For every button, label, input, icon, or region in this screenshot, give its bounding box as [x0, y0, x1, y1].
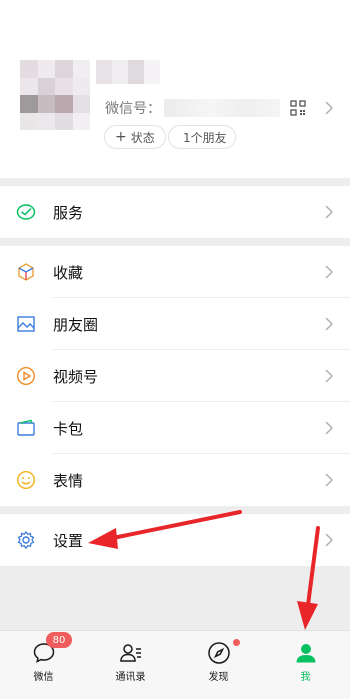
- smiley-icon: [16, 470, 36, 490]
- menu-label: 朋友圈: [53, 315, 99, 334]
- status-button[interactable]: + 状态: [104, 125, 166, 149]
- tab-discover[interactable]: 发现: [175, 631, 262, 699]
- tab-contacts[interactable]: 通讯录: [87, 631, 174, 699]
- menu-item-channels[interactable]: 视频号: [0, 350, 350, 402]
- tab-label: 我: [300, 672, 311, 683]
- chevron-right-icon: [325, 533, 334, 547]
- picture-icon: [17, 316, 35, 332]
- chevron-right-icon: [325, 473, 334, 487]
- profile-header[interactable]: 微信号： + 状态 1个朋友: [0, 0, 350, 178]
- menu-item-service[interactable]: 服务: [0, 186, 350, 238]
- menu-group-settings: 设置: [0, 514, 350, 566]
- unread-badge: 80: [46, 632, 72, 648]
- friends-label: 1个朋友: [183, 130, 227, 145]
- cube-icon: [18, 263, 34, 281]
- menu-label: 视频号: [53, 367, 99, 386]
- plus-icon: +: [115, 129, 127, 145]
- tab-label: 发现: [208, 672, 229, 683]
- tab-label: 通讯录: [115, 672, 146, 683]
- tab-me[interactable]: 我: [262, 631, 349, 699]
- card-wallet-icon: [17, 419, 35, 436]
- compass-icon: [208, 642, 230, 664]
- menu-label: 收藏: [53, 263, 84, 282]
- person-icon: [296, 644, 316, 663]
- chevron-right-icon: [325, 369, 334, 383]
- gear-icon: [17, 531, 35, 549]
- menu-item-favorites[interactable]: 收藏: [0, 246, 350, 298]
- menu-label: 服务: [53, 203, 84, 222]
- menu-label: 表情: [53, 471, 84, 490]
- wechat-pay-icon: [16, 204, 36, 220]
- status-label: 状态: [130, 130, 155, 145]
- wechat-id-value-blurred: [164, 99, 280, 117]
- nickname-blurred: [96, 60, 160, 84]
- new-moments-dot: [233, 639, 240, 646]
- friends-status-button[interactable]: 1个朋友: [168, 125, 236, 149]
- contacts-icon: [120, 644, 141, 662]
- qr-code-icon[interactable]: [290, 100, 306, 116]
- menu-label: 卡包: [53, 419, 84, 438]
- menu-group-service: 服务: [0, 186, 350, 238]
- chevron-right-icon: [325, 205, 334, 219]
- menu-item-settings[interactable]: 设置: [0, 514, 350, 566]
- tab-label: 微信: [33, 672, 54, 683]
- play-circle-icon: [16, 366, 36, 386]
- bottom-tab-bar: 80 微信 通讯录 发现 我: [0, 630, 350, 699]
- menu-item-cards[interactable]: 卡包: [0, 402, 350, 454]
- chevron-right-icon: [325, 265, 334, 279]
- tab-chats[interactable]: 80 微信: [0, 631, 87, 699]
- menu-label: 设置: [53, 531, 84, 550]
- menu-group-main: 收藏 朋友圈 视频号 卡包 表情: [0, 246, 350, 506]
- avatar[interactable]: [20, 60, 90, 130]
- menu-item-stickers[interactable]: 表情: [0, 454, 350, 506]
- chevron-right-icon: [325, 101, 334, 115]
- chevron-right-icon: [325, 421, 334, 435]
- menu-item-moments[interactable]: 朋友圈: [0, 298, 350, 350]
- chevron-right-icon: [325, 317, 334, 331]
- wechat-id-label: 微信号：: [105, 101, 161, 117]
